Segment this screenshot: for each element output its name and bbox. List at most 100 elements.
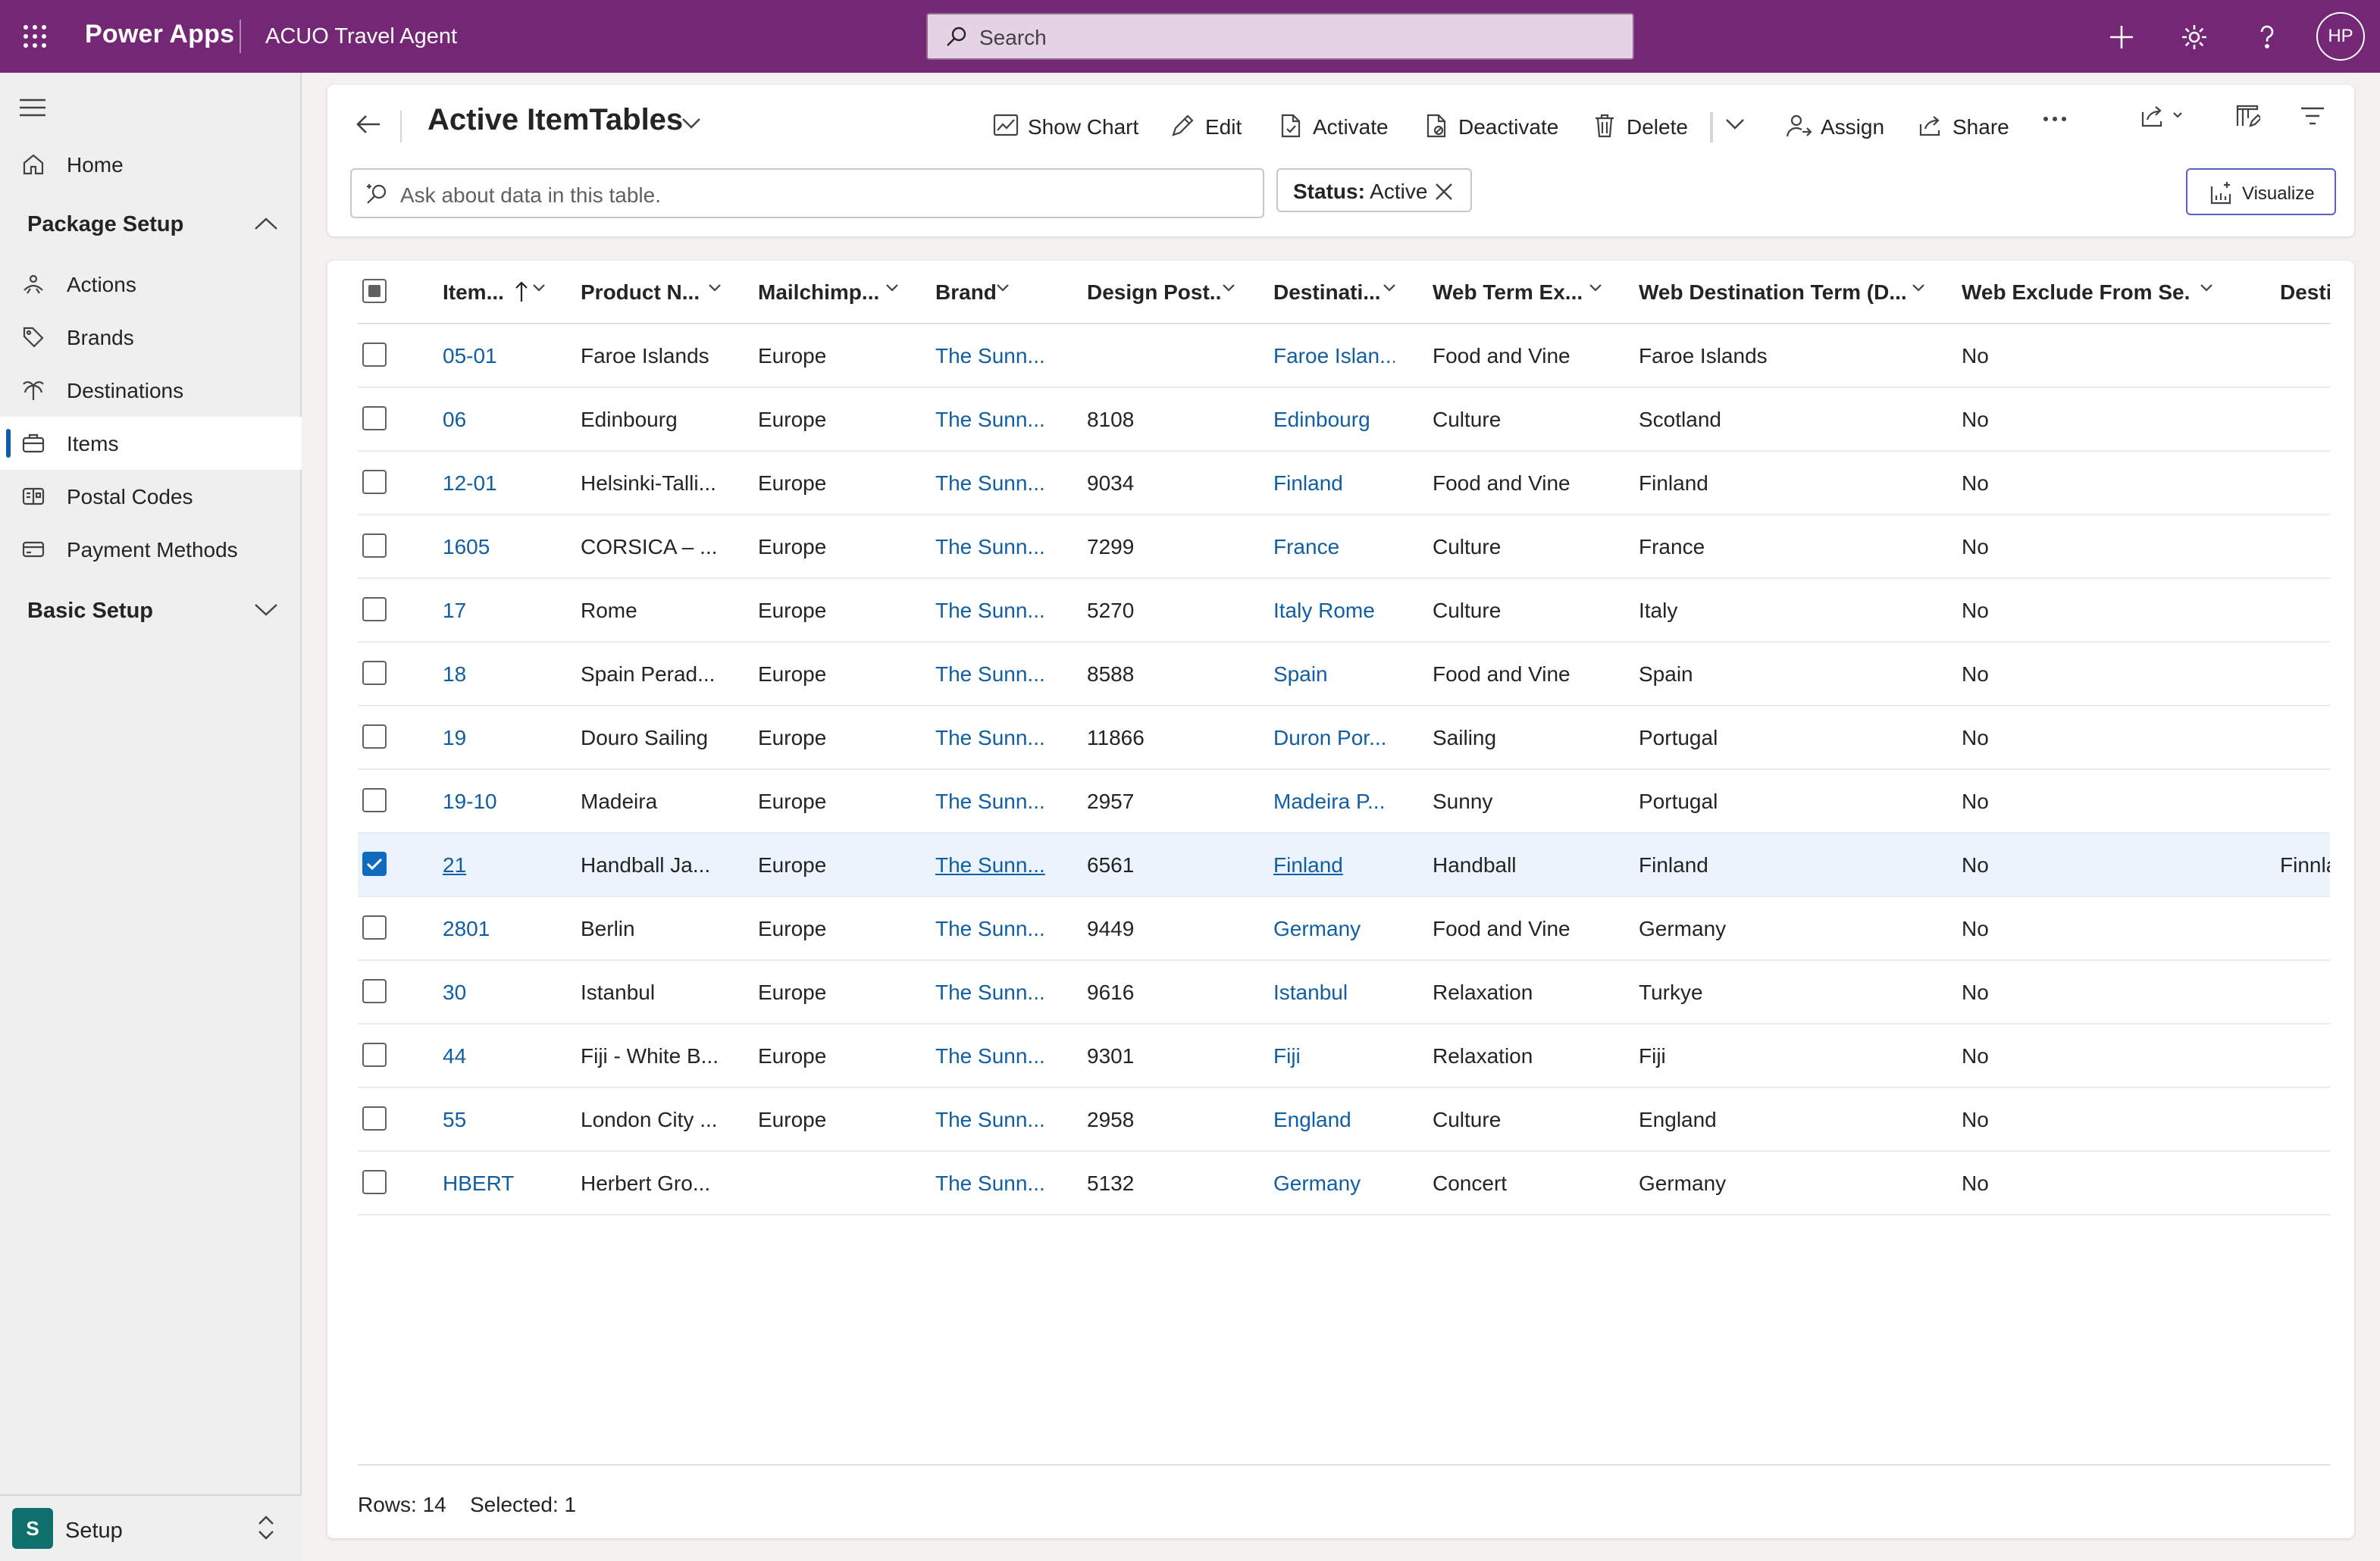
- cell-item-link[interactable]: 30: [443, 981, 564, 1005]
- cell-item-link[interactable]: HBERT: [443, 1172, 564, 1196]
- cell-destination-link[interactable]: Spain: [1273, 662, 1395, 687]
- filter-icon[interactable]: [2300, 105, 2325, 127]
- table-row[interactable]: 30 Istanbul Europe The Sunn... 9616 Istanbul R…: [358, 961, 2330, 1025]
- cell-brand-link[interactable]: The Sunn...: [935, 471, 1049, 496]
- cell-destination-link[interactable]: Finland: [1273, 853, 1395, 877]
- column-header-mailchimp[interactable]: Mailchimp...: [758, 280, 881, 305]
- row-checkbox[interactable]: [362, 788, 387, 812]
- environment-name[interactable]: ACUO Travel Agent: [265, 24, 457, 49]
- cell-item-link[interactable]: 18: [443, 662, 564, 687]
- cell-destination-link[interactable]: Germany: [1273, 1172, 1395, 1196]
- share-button[interactable]: Share: [1918, 105, 2016, 147]
- table-row[interactable]: 12-01 Helsinki-Talli... Europe The Sunn... 9…: [358, 452, 2330, 515]
- cell-brand-link[interactable]: The Sunn...: [935, 599, 1049, 623]
- gear-icon[interactable]: [2180, 23, 2209, 52]
- row-checkbox[interactable]: [362, 915, 387, 940]
- row-checkbox[interactable]: [362, 1043, 387, 1067]
- cell-brand-link[interactable]: The Sunn...: [935, 1044, 1049, 1068]
- table-row[interactable]: HBERT Herbert Gro... The Sunn... 5132 German…: [358, 1152, 2330, 1215]
- column-header-destination-extra[interactable]: Destin: [2280, 280, 2330, 305]
- chevron-down-icon[interactable]: [996, 283, 1010, 292]
- more-commands-chevron-icon[interactable]: [1725, 118, 1745, 130]
- row-checkbox[interactable]: [362, 1170, 387, 1194]
- sidebar-item-actions[interactable]: Actions: [0, 258, 302, 311]
- export-icon[interactable]: [2140, 103, 2189, 129]
- cell-destination-link[interactable]: England: [1273, 1108, 1395, 1132]
- row-checkbox[interactable]: [362, 406, 387, 430]
- column-header-brand[interactable]: Brand: [935, 280, 996, 305]
- status-filter-chip[interactable]: Status: Active: [1276, 168, 1472, 212]
- cell-item-link[interactable]: 55: [443, 1108, 564, 1132]
- back-arrow-icon[interactable]: [355, 111, 382, 138]
- cell-brand-link[interactable]: The Sunn...: [935, 726, 1049, 750]
- cell-destination-link[interactable]: France: [1273, 535, 1395, 559]
- cell-brand-link[interactable]: The Sunn...: [935, 408, 1049, 432]
- cell-item-link[interactable]: 17: [443, 599, 564, 623]
- column-header-web-destination-term[interactable]: Web Destination Term (D...: [1639, 280, 1912, 305]
- deactivate-button[interactable]: Deactivate: [1423, 105, 1567, 147]
- more-options-icon[interactable]: [2042, 115, 2068, 123]
- edit-columns-icon[interactable]: [2234, 103, 2260, 129]
- app-launcher-icon[interactable]: [21, 23, 49, 50]
- cell-destination-link[interactable]: Italy Rome: [1273, 599, 1395, 623]
- column-header-destination[interactable]: Destinati...: [1273, 280, 1379, 305]
- column-header-web-term[interactable]: Web Term Ex...: [1433, 280, 1584, 305]
- chevron-down-icon[interactable]: [2200, 283, 2213, 292]
- column-header-product-name[interactable]: Product N...: [581, 280, 702, 305]
- column-header-design-post[interactable]: Design Post...: [1087, 280, 1220, 305]
- table-row[interactable]: 18 Spain Perad... Europe The Sunn... 8588 Spa…: [358, 643, 2330, 706]
- table-row[interactable]: 55 London City ... Europe The Sunn... 2958 En…: [358, 1088, 2330, 1152]
- app-name[interactable]: Power Apps: [85, 20, 234, 49]
- area-switcher[interactable]: S Setup: [0, 1494, 302, 1561]
- row-checkbox[interactable]: [362, 852, 387, 876]
- show-chart-button[interactable]: Show Chart: [993, 105, 1152, 147]
- ask-data-input[interactable]: Ask about data in this table.: [350, 168, 1264, 218]
- delete-button[interactable]: Delete: [1592, 105, 1698, 147]
- chevron-down-icon[interactable]: [1912, 283, 1925, 292]
- row-checkbox[interactable]: [362, 470, 387, 494]
- cell-item-link[interactable]: 1605: [443, 535, 564, 559]
- cell-destination-link[interactable]: Madeira P...: [1273, 790, 1395, 814]
- view-title[interactable]: Active ItemTables: [427, 103, 683, 137]
- row-checkbox[interactable]: [362, 343, 387, 367]
- row-checkbox[interactable]: [362, 724, 387, 749]
- cell-item-link[interactable]: 44: [443, 1044, 564, 1068]
- cell-brand-link[interactable]: The Sunn...: [935, 1172, 1049, 1196]
- select-all-checkbox[interactable]: [362, 279, 387, 303]
- cell-brand-link[interactable]: The Sunn...: [935, 790, 1049, 814]
- cell-item-link[interactable]: 19: [443, 726, 564, 750]
- table-row[interactable]: 1605 CORSICA – ... Europe The Sunn... 7299 Fr…: [358, 515, 2330, 579]
- sidebar-item-payment-methods[interactable]: Payment Methods: [0, 523, 302, 576]
- cell-item-link[interactable]: 2801: [443, 917, 564, 941]
- cell-destination-link[interactable]: Duron Por...: [1273, 726, 1395, 750]
- table-row[interactable]: 19-10 Madeira Europe The Sunn... 2957 Madeira…: [358, 770, 2330, 834]
- table-row[interactable]: 05-01 Faroe Islands Europe The Sunn... Faroe…: [358, 324, 2330, 388]
- cell-destination-link[interactable]: Finland: [1273, 471, 1395, 496]
- chevron-down-icon[interactable]: [681, 117, 702, 130]
- column-header-item[interactable]: Item...: [443, 280, 515, 305]
- cell-item-link[interactable]: 19-10: [443, 790, 564, 814]
- sidebar-item-brands[interactable]: Brands: [0, 311, 302, 364]
- cell-destination-link[interactable]: Germany: [1273, 917, 1395, 941]
- edit-button[interactable]: Edit: [1170, 105, 1254, 147]
- cell-destination-link[interactable]: Istanbul: [1273, 981, 1395, 1005]
- cell-brand-link[interactable]: The Sunn...: [935, 981, 1049, 1005]
- table-row[interactable]: 19 Douro Sailing Europe The Sunn... 11866 Dur…: [358, 706, 2330, 770]
- chevron-down-icon[interactable]: [1222, 283, 1235, 292]
- cell-destination-link[interactable]: Faroe Islan...: [1273, 344, 1395, 368]
- global-search-input[interactable]: Search: [926, 13, 1634, 60]
- activate-button[interactable]: Activate: [1278, 105, 1399, 147]
- chevron-down-icon[interactable]: [1589, 283, 1602, 292]
- cell-item-link[interactable]: 05-01: [443, 344, 564, 368]
- cell-brand-link[interactable]: The Sunn...: [935, 917, 1049, 941]
- cell-brand-link[interactable]: The Sunn...: [935, 853, 1049, 877]
- chevron-down-icon[interactable]: [1383, 283, 1396, 292]
- chevron-down-icon[interactable]: [708, 283, 722, 292]
- table-row[interactable]: 17 Rome Europe The Sunn... 5270 Italy Rome Cul…: [358, 579, 2330, 643]
- row-checkbox[interactable]: [362, 1106, 387, 1131]
- chevron-down-icon[interactable]: [532, 283, 546, 292]
- avatar[interactable]: HP: [2316, 12, 2365, 61]
- close-icon[interactable]: [1434, 182, 1454, 202]
- table-row[interactable]: 44 Fiji - White B... Europe The Sunn... 9301…: [358, 1025, 2330, 1088]
- cell-item-link[interactable]: 21: [443, 853, 564, 877]
